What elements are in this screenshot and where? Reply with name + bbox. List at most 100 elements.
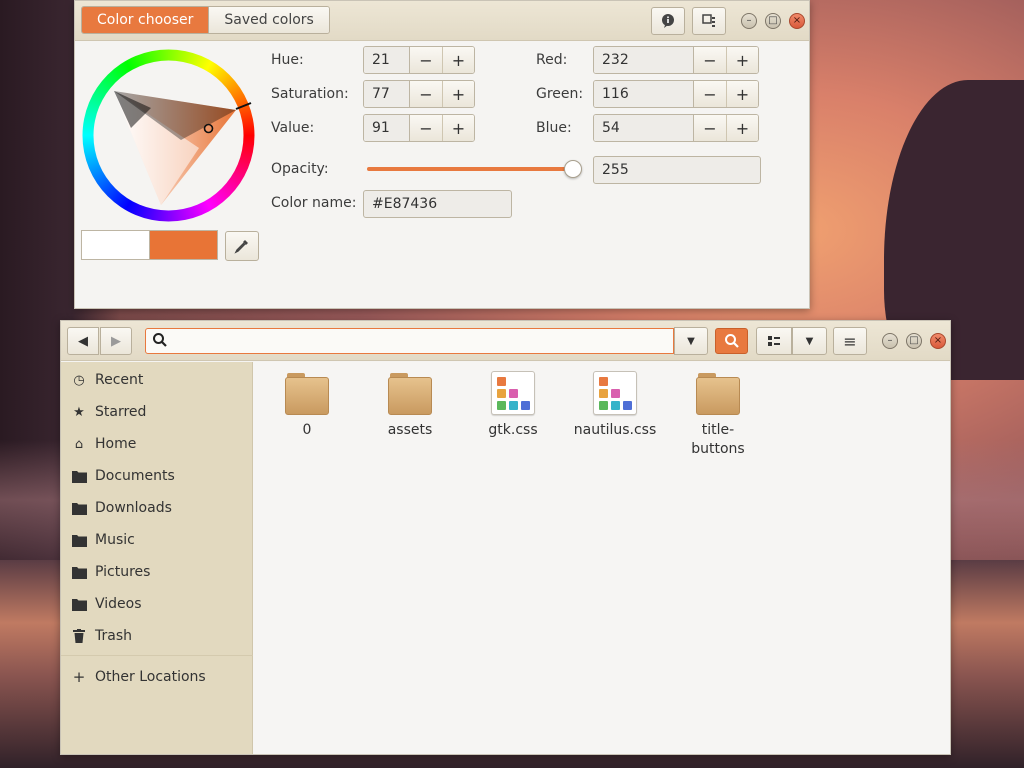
red-spinbutton[interactable]: 232 − + — [593, 46, 759, 74]
search-icon — [152, 332, 168, 352]
minimize-icon: – — [746, 15, 752, 26]
green-increment-button[interactable]: + — [726, 81, 758, 107]
file-item[interactable]: assets — [360, 371, 460, 440]
trash-icon — [71, 628, 87, 644]
view-toggle-button[interactable] — [756, 327, 792, 355]
folder-icon — [388, 371, 432, 415]
color-name-field[interactable]: #E87436 — [363, 190, 512, 218]
sidebar-separator — [61, 655, 253, 656]
blue-value[interactable]: 54 — [594, 115, 694, 141]
sidebar-item-videos[interactable]: Videos — [61, 589, 253, 619]
sidebar-item-recent[interactable]: ◷ Recent — [61, 365, 253, 395]
css-file-icon — [491, 371, 535, 415]
saturation-label: Saturation: — [271, 86, 349, 102]
green-spinbutton[interactable]: 116 − + — [593, 80, 759, 108]
value-decrement-button[interactable]: − — [410, 115, 442, 141]
previous-color-swatch — [81, 230, 150, 260]
sidebar-item-label: Documents — [95, 468, 175, 484]
green-decrement-button[interactable]: − — [694, 81, 726, 107]
back-button[interactable]: ◀ — [67, 327, 99, 355]
hue-value[interactable]: 21 — [364, 47, 410, 73]
minimize-button[interactable]: – — [741, 13, 757, 29]
sidebar-item-label: Videos — [95, 596, 142, 612]
saturation-increment-button[interactable]: + — [442, 81, 474, 107]
saturation-decrement-button[interactable]: − — [410, 81, 442, 107]
forward-button[interactable]: ▶ — [100, 327, 132, 355]
sidebar-item-home[interactable]: ⌂ Home — [61, 429, 253, 459]
opacity-slider-track[interactable] — [367, 167, 573, 171]
value-value[interactable]: 91 — [364, 115, 410, 141]
folder-icon — [285, 371, 329, 415]
sidebar-item-trash[interactable]: Trash — [61, 621, 253, 651]
plus-icon: + — [72, 668, 86, 686]
hue-decrement-button[interactable]: − — [410, 47, 442, 73]
eyedropper-button[interactable] — [225, 231, 259, 261]
css-file-icon — [593, 371, 637, 415]
value-increment-button[interactable]: + — [442, 115, 474, 141]
file-item[interactable]: title-buttons — [668, 371, 768, 459]
sidebar-item-music[interactable]: Music — [61, 525, 253, 555]
maximize-icon: □ — [768, 15, 778, 26]
info-bubble-icon — [662, 14, 674, 28]
file-view[interactable]: 0 assets gtk.css nautilus.css title-butt — [253, 362, 950, 754]
value-spinbutton[interactable]: 91 − + — [363, 114, 475, 142]
sidebar-item-label: Starred — [95, 404, 147, 420]
close-icon: × — [792, 15, 802, 26]
hue-spinbutton[interactable]: 21 − + — [363, 46, 475, 74]
view-options-button[interactable]: ▼ — [792, 327, 827, 355]
red-value[interactable]: 232 — [594, 47, 694, 73]
saturation-spinbutton[interactable]: 77 − + — [363, 80, 475, 108]
custom-color-button[interactable] — [692, 7, 726, 35]
search-bar[interactable] — [145, 328, 674, 354]
tab-color-chooser[interactable]: Color chooser — [82, 7, 209, 33]
minimize-button[interactable]: – — [882, 333, 898, 349]
opacity-value-field[interactable]: 255 — [593, 156, 761, 184]
arrow-right-icon: ▶ — [111, 333, 121, 349]
tab-saved-colors[interactable]: Saved colors — [208, 7, 329, 33]
arrow-left-icon: ◀ — [78, 333, 88, 349]
maximize-button[interactable]: □ — [765, 13, 781, 29]
sidebar-item-documents[interactable]: Documents — [61, 461, 253, 491]
close-button[interactable]: × — [789, 13, 805, 29]
hue-increment-button[interactable]: + — [442, 47, 474, 73]
folder-icon — [71, 500, 87, 516]
sidebar-item-label: Music — [95, 532, 135, 548]
color-wheel[interactable] — [81, 48, 256, 223]
search-history-dropdown[interactable]: ▼ — [674, 327, 708, 355]
color-chooser-window: Color chooser Saved colors – □ × Hue: 21… — [74, 0, 810, 309]
hue-label: Hue: — [271, 52, 304, 68]
blue-spinbutton[interactable]: 54 − + — [593, 114, 759, 142]
red-decrement-button[interactable]: − — [694, 47, 726, 73]
info-button[interactable] — [651, 7, 685, 35]
menu-button[interactable]: ≡ — [833, 327, 867, 355]
file-item[interactable]: gtk.css — [463, 371, 563, 440]
close-button[interactable]: × — [930, 333, 946, 349]
sidebar-item-pictures[interactable]: Pictures — [61, 557, 253, 587]
file-name: nautilus.css — [573, 422, 657, 438]
blue-label: Blue: — [536, 120, 572, 136]
file-item[interactable]: 0 — [257, 371, 357, 440]
saturation-value[interactable]: 77 — [364, 81, 410, 107]
folder-icon — [71, 532, 87, 548]
red-increment-button[interactable]: + — [726, 47, 758, 73]
sidebar-item-label: Pictures — [95, 564, 151, 580]
green-value[interactable]: 116 — [594, 81, 694, 107]
sidebar-item-other-locations[interactable]: + Other Locations — [61, 662, 253, 692]
sidebar-item-downloads[interactable]: Downloads — [61, 493, 253, 523]
file-item[interactable]: nautilus.css — [565, 371, 665, 440]
maximize-button[interactable]: □ — [906, 333, 922, 349]
close-icon: × — [933, 335, 943, 346]
search-button[interactable] — [715, 328, 748, 354]
file-manager-window: ◀ ▶ ▼ ▼ ≡ – □ × ◷ Recent ★ Starred ⌂ Hom… — [60, 320, 951, 755]
color-name-label: Color name: — [271, 195, 357, 211]
opacity-slider-knob[interactable] — [564, 160, 582, 178]
blue-decrement-button[interactable]: − — [694, 115, 726, 141]
chevron-down-icon: ▼ — [687, 335, 695, 347]
search-input[interactable] — [172, 331, 667, 351]
sidebar-item-starred[interactable]: ★ Starred — [61, 397, 253, 427]
blue-increment-button[interactable]: + — [726, 115, 758, 141]
file-manager-headerbar: ◀ ▶ ▼ ▼ ≡ – □ × — [61, 321, 950, 361]
value-label: Value: — [271, 120, 315, 136]
star-icon: ★ — [73, 404, 85, 420]
chevron-down-icon: ▼ — [805, 335, 814, 347]
